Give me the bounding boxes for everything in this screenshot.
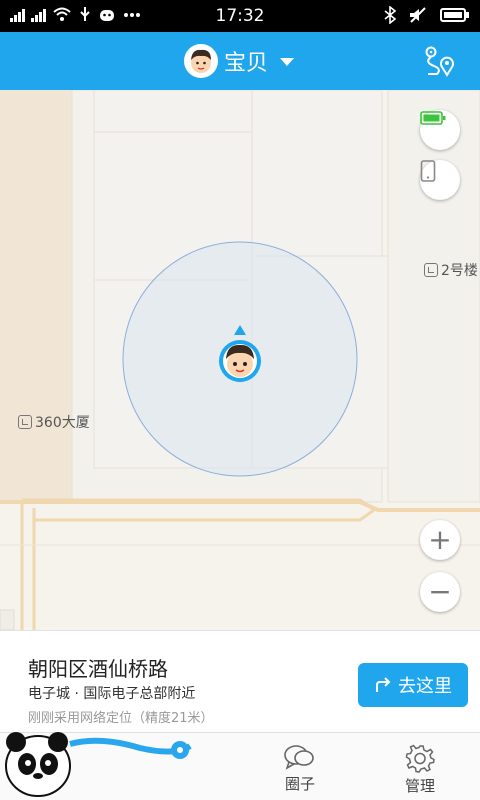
child-location-marker[interactable] xyxy=(217,325,263,387)
plus-icon: + xyxy=(428,523,452,556)
zoom-out-button[interactable]: − xyxy=(420,572,460,612)
address-title: 朝阳区酒仙桥路 xyxy=(28,657,168,681)
status-bar: 17:32 xyxy=(0,0,480,32)
child-avatar xyxy=(184,44,218,78)
status-right xyxy=(384,6,470,24)
route-history-icon[interactable] xyxy=(422,45,456,77)
poi-building-2[interactable]: 2号楼 xyxy=(424,260,478,280)
navigate-button-label: 去这里 xyxy=(398,676,452,697)
turn-right-arrow-icon xyxy=(376,677,391,692)
poi-360-tower[interactable]: 360大厦 xyxy=(18,412,90,432)
mute-icon xyxy=(410,7,426,23)
poi-label: 360大厦 xyxy=(35,415,90,431)
xiaohei-watermark-logo xyxy=(5,732,192,797)
minus-icon: − xyxy=(428,575,452,608)
chat-bubbles-icon xyxy=(284,745,314,770)
battery-full-icon xyxy=(420,111,446,125)
device-button[interactable] xyxy=(420,160,460,200)
app-header: 宝贝 xyxy=(0,32,480,90)
chevron-down-icon xyxy=(280,58,295,66)
nav-item-manage[interactable]: 管理 xyxy=(380,743,460,796)
nav-item-circle[interactable]: 圈子 xyxy=(260,743,340,794)
navigate-button[interactable]: 去这里 xyxy=(358,663,468,707)
nav-label: 管理 xyxy=(404,777,435,795)
gear-icon xyxy=(405,744,435,773)
zoom-in-button[interactable]: + xyxy=(420,520,460,560)
battery-status-button[interactable] xyxy=(420,110,460,150)
battery-icon xyxy=(440,8,469,22)
boy-avatar-icon xyxy=(191,49,211,73)
phone-icon xyxy=(420,160,436,182)
app-screen: 17:32 宝贝 2号楼 360大厦 + − 朝阳区酒仙桥路 电子城 · 国际电… xyxy=(0,0,480,800)
location-card: 朝阳区酒仙桥路 电子城 · 国际电子总部附近 刚刚采用网络定位（精度21米） 去… xyxy=(0,630,480,732)
nearby-landmark: 电子城 · 国际电子总部附近 xyxy=(28,686,196,702)
nav-label: 圈子 xyxy=(284,775,315,793)
map-view[interactable]: 2号楼 360大厦 + − xyxy=(0,90,480,630)
poi-label: 2号楼 xyxy=(441,263,478,279)
child-selector[interactable]: 宝贝 xyxy=(184,44,295,78)
building-icon xyxy=(424,263,438,277)
building-icon xyxy=(18,415,32,429)
page-title: 宝贝 xyxy=(224,51,269,76)
location-pin-icon xyxy=(219,325,261,382)
accuracy-text: 刚刚采用网络定位（精度21米） xyxy=(28,711,214,726)
bluetooth-icon xyxy=(384,6,396,24)
